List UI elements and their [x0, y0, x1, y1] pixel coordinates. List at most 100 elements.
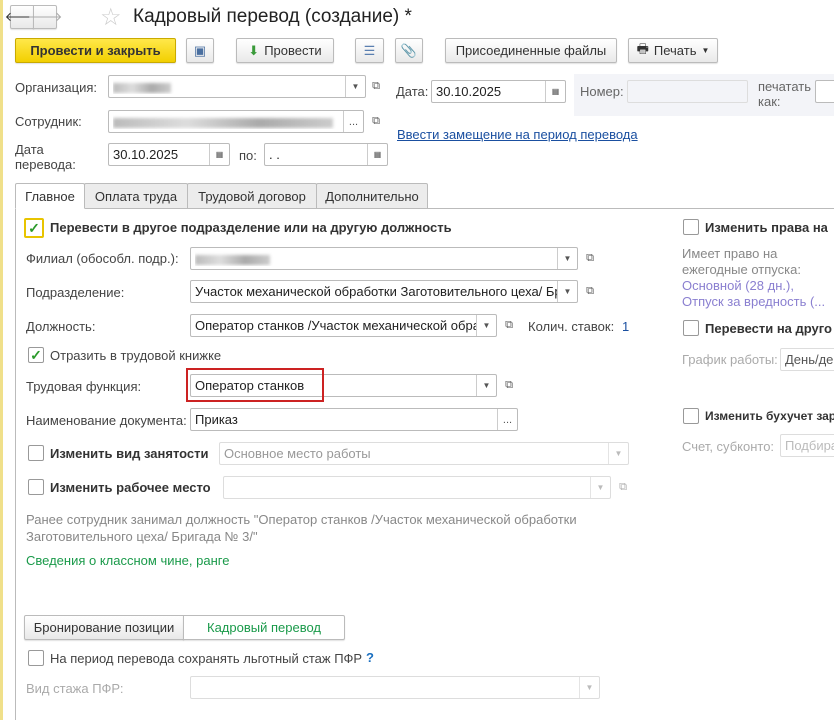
pfr-type-field[interactable]: ▼ [190, 676, 600, 699]
employment-checkbox[interactable] [28, 445, 44, 461]
save-icon[interactable]: ▣ [186, 38, 214, 63]
print-label: Печать [653, 43, 697, 58]
open-icon[interactable]: ⧉ [499, 374, 519, 397]
dropdown-icon[interactable]: ▼ [476, 315, 496, 336]
org-label: Организация: [15, 80, 98, 95]
post-and-close-button[interactable]: Провести и закрыть [15, 38, 176, 63]
labor-func-label: Трудовая функция: [26, 379, 142, 394]
transfer-date-field[interactable]: 30.10.2025 ▦ [108, 143, 230, 166]
account-field[interactable]: Подбира [780, 434, 834, 457]
dropdown-icon[interactable]: ▼ [557, 281, 577, 302]
rights-checkbox[interactable] [683, 219, 699, 235]
highlight-box [186, 368, 324, 402]
attach-icon[interactable]: 📎 [395, 38, 423, 63]
employment-label: Изменить вид занятости [50, 446, 209, 461]
date-label: Дата: [396, 84, 429, 99]
transfer-checkbox[interactable]: ✓ [24, 218, 44, 238]
schedule-field[interactable]: День/де [780, 348, 834, 371]
doc-name-field[interactable]: Приказ... [190, 408, 518, 431]
tab-additional[interactable]: Дополнительно [316, 183, 428, 209]
post-label: Провести [264, 43, 322, 58]
pfr-label: На период перевода сохранять льготный ст… [50, 651, 363, 666]
rates-value[interactable]: 1 [622, 319, 629, 334]
tab-payment[interactable]: Оплата труда [84, 183, 188, 209]
workbook-checkbox[interactable]: ✓ [28, 347, 44, 363]
number-label: Номер: [580, 84, 624, 99]
calendar-icon[interactable]: ▦ [209, 144, 229, 165]
to-date-field[interactable]: . . ▦ [264, 143, 388, 166]
page-title: Кадровый перевод (создание) * [133, 6, 412, 27]
workplace-label: Изменить рабочее место [50, 480, 211, 495]
tab-border-left [15, 208, 16, 720]
rates-label: Колич. ставок: [528, 319, 615, 334]
schedule-label: График работы: [682, 352, 778, 367]
open-icon[interactable]: ⧉ [580, 280, 600, 303]
branch-field[interactable]: ▼ [190, 247, 578, 270]
employee-field[interactable]: ... [108, 110, 364, 133]
print-as-field[interactable] [815, 80, 834, 103]
calendar-icon[interactable]: ▦ [545, 81, 565, 102]
dept-field[interactable]: Участок механической обработки Заготовит… [190, 280, 578, 303]
transfer-date-label: Дата перевода: [15, 142, 76, 172]
post-icon: ⬇ [248, 42, 260, 58]
calendar-icon[interactable]: ▦ [367, 144, 387, 165]
open-icon[interactable]: ⧉ [366, 75, 386, 98]
position-field[interactable]: Оператор станков /Участок механической о… [190, 314, 497, 337]
position-label: Должность: [26, 319, 96, 334]
transfer-check-label: Перевести в другое подразделение или на … [50, 220, 452, 235]
workplace-field[interactable]: ▼ [223, 476, 611, 499]
previous-position-note: Ранее сотрудник занимал должность "Опера… [26, 512, 577, 544]
class-rank-link[interactable]: Сведения о классном чине, ранге [26, 553, 229, 568]
print-button[interactable]: 🖶 Печать ▼ [628, 38, 718, 63]
accounting-label: Изменить бухучет зар [705, 409, 834, 423]
forward-button[interactable]: 🡒 [28, 5, 62, 29]
open-icon[interactable]: ⧉ [580, 247, 600, 270]
open-icon[interactable]: ⧉ [499, 314, 519, 337]
open-icon[interactable]: ⧉ [366, 110, 386, 133]
dropdown-icon[interactable]: ▼ [579, 677, 599, 698]
booking-position-button[interactable]: Бронирование позиции [24, 615, 184, 640]
schedule-checkbox[interactable] [683, 320, 699, 336]
dropdown-icon[interactable]: ▼ [590, 477, 610, 498]
date-field[interactable]: 30.10.2025 ▦ [431, 80, 566, 103]
dropdown-icon[interactable]: ▼ [557, 248, 577, 269]
branch-label: Филиал (обособл. подр.): [26, 251, 179, 266]
help-icon[interactable]: ? [366, 650, 374, 665]
substitution-link[interactable]: Ввести замещение на период перевода [397, 127, 638, 142]
tab-main[interactable]: Главное [15, 183, 85, 209]
vacation-label: Имеет право на ежегодные отпуска: [682, 246, 801, 277]
number-field[interactable] [627, 80, 748, 103]
org-field[interactable]: ▼ [108, 75, 366, 98]
window-edge [0, 0, 3, 720]
select-button[interactable]: ... [343, 111, 363, 132]
employee-label: Сотрудник: [15, 114, 82, 129]
favorite-star-icon[interactable]: ☆ [100, 3, 122, 32]
tab-border [15, 208, 834, 209]
attached-files-button[interactable]: Присоединенные файлы [445, 38, 617, 63]
schedule-check-label: Перевести на друго [705, 321, 832, 336]
employment-field[interactable]: Основное место работы ▼ [219, 442, 629, 465]
dept-label: Подразделение: [26, 285, 125, 300]
dropdown-icon[interactable]: ▼ [608, 443, 628, 464]
print-as-label: печатать как: [758, 79, 812, 109]
pfr-checkbox[interactable] [28, 650, 44, 666]
select-button[interactable]: ... [497, 409, 517, 430]
chevron-down-icon: ▼ [701, 46, 710, 55]
workplace-checkbox[interactable] [28, 479, 44, 495]
list-icon[interactable]: ☰ [355, 38, 384, 63]
tab-contract[interactable]: Трудовой договор [187, 183, 317, 209]
post-button[interactable]: ⬇ Провести [236, 38, 334, 63]
dropdown-icon[interactable]: ▼ [476, 375, 496, 396]
vacation-main-link[interactable]: Основной (28 дн.), [682, 278, 794, 293]
open-icon[interactable]: ⧉ [613, 476, 633, 499]
printer-icon: 🖶 [636, 40, 649, 56]
accounting-checkbox[interactable] [683, 408, 699, 424]
transfer-segment-button[interactable]: Кадровый перевод [183, 615, 345, 640]
dropdown-icon[interactable]: ▼ [345, 76, 365, 97]
to-label: по: [239, 148, 257, 163]
doc-name-label: Наименование документа: [26, 413, 187, 428]
account-label: Счет, субконто: [682, 439, 775, 454]
pfr-type-label: Вид стажа ПФР: [26, 681, 124, 696]
rights-label: Изменить права на [705, 220, 828, 235]
vacation-harm-link[interactable]: Отпуск за вредность (... [682, 294, 825, 309]
